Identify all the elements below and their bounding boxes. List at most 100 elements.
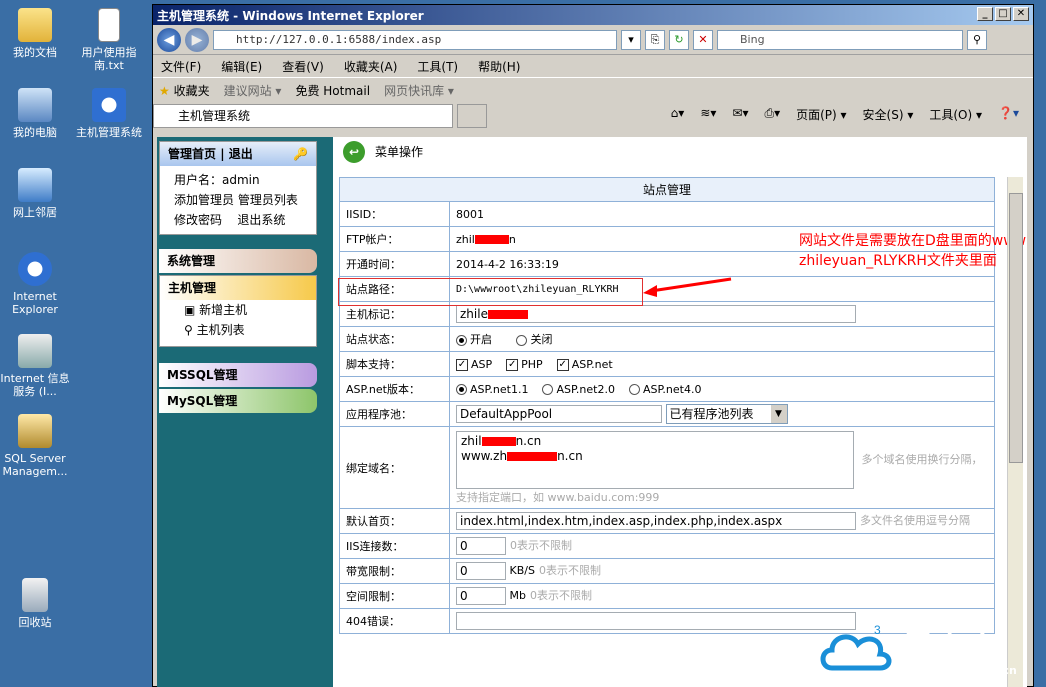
search-button[interactable]: ⚲	[967, 29, 987, 50]
host-list-link[interactable]: ⚲ 主机列表	[160, 320, 316, 340]
aspnet11-radio[interactable]	[456, 384, 467, 395]
host-tag-value: zhile	[460, 307, 488, 321]
err404-input[interactable]	[456, 612, 856, 630]
desktop-icon-iis[interactable]: Internet 信息服务 (I...	[0, 334, 70, 398]
desktop-icon-label: SQL Server Managem...	[2, 452, 68, 478]
aspnet-checkbox[interactable]: ✓	[556, 358, 569, 371]
space-input[interactable]: 0	[456, 587, 506, 605]
admin-links-row: 添加管理员 管理员列表	[160, 190, 316, 210]
feeds-icon[interactable]: ≋▾	[700, 106, 716, 123]
desktop-icon-ie[interactable]: Internet Explorer	[0, 252, 70, 316]
pool-input[interactable]: DefaultAppPool	[456, 405, 662, 423]
home-icon[interactable]: ⌂▾	[671, 106, 685, 123]
refresh-button[interactable]: ↻	[669, 29, 689, 50]
new-tab-button[interactable]	[457, 104, 487, 128]
bandwidth-hint: 0表示不限制	[538, 564, 601, 577]
change-password-link[interactable]: 修改密码	[174, 213, 222, 227]
index-input[interactable]: index.html,index.htm,index.asp,index.php…	[456, 512, 856, 530]
php-checkbox[interactable]: ✓	[506, 358, 519, 371]
new-host-label: 新增主机	[199, 303, 248, 317]
chevron-down-icon: ▼	[770, 405, 787, 423]
tab-host-system[interactable]: 主机管理系统	[153, 104, 453, 128]
domain-textarea[interactable]: zhil n.cn www.zh n.cn	[456, 430, 854, 489]
cmd-tools[interactable]: 工具(O) ▾	[929, 106, 982, 123]
scrollbar-thumb[interactable]	[1009, 193, 1023, 463]
desktop-icon-user-guide[interactable]: 用户使用指南.txt	[74, 8, 144, 72]
menu-help[interactable]: 帮助(H)	[478, 58, 520, 75]
stop-button[interactable]: ✕	[693, 29, 713, 50]
asp-label: ASP	[471, 357, 493, 371]
bandwidth-input[interactable]: 0	[456, 562, 506, 580]
host-tag-input[interactable]: zhile	[456, 305, 856, 323]
space-unit: Mb	[509, 589, 526, 602]
pool-select-value: 已有程序池列表	[669, 407, 754, 421]
fav-web-slice[interactable]: 网页快讯库 ▾	[384, 82, 454, 99]
annotation-text: 网站文件是需要放在D盘里面的wwwroot文件夹下面的zhileyuan_RLY…	[799, 233, 1027, 269]
back-arrow-icon[interactable]: ↩	[343, 141, 365, 163]
favorites-label: 收藏夹	[173, 84, 210, 98]
desktop-icon-sql-server[interactable]: SQL Server Managem...	[0, 414, 70, 478]
help-icon[interactable]: ❓▾	[998, 106, 1019, 123]
back-button[interactable]: ◀	[157, 27, 181, 52]
menu-op-label: 菜单操作	[375, 145, 424, 159]
pool-select[interactable]: 已有程序池列表 ▼	[665, 404, 788, 424]
desktop-icon-recycle-bin[interactable]: 回收站	[0, 578, 70, 629]
iis-conn-label: IIS连接数：	[339, 533, 450, 559]
address-dropdown-button[interactable]: ▾	[621, 29, 641, 50]
menu-operation[interactable]: ↩ 菜单操作	[343, 141, 423, 163]
new-host-link[interactable]: ▣ 新增主机	[160, 300, 316, 320]
fav-suggested-sites[interactable]: 建议网站 ▾	[224, 82, 282, 99]
group-system-management[interactable]: 系统管理	[159, 249, 317, 273]
desktop-icon-label: 我的文档	[13, 46, 57, 59]
desktop-icon-network[interactable]: 网上邻居	[0, 168, 70, 219]
fav-hotmail[interactable]: 免费 Hotmail	[295, 82, 370, 99]
cmd-page[interactable]: 页面(P) ▾	[796, 106, 846, 123]
menu-file[interactable]: 文件(F)	[161, 58, 201, 75]
group-mysql-management[interactable]: MySQL管理	[159, 389, 317, 413]
aspnet11-label: ASP.net1.1	[470, 382, 529, 396]
logout-link[interactable]: 退出	[229, 147, 253, 161]
text-file-icon	[98, 8, 120, 42]
search-input[interactable]: Bing	[717, 29, 963, 50]
add-admin-link[interactable]: 添加管理员	[174, 193, 234, 207]
menu-tools[interactable]: 工具(T)	[417, 58, 458, 75]
desktop-icon-my-documents[interactable]: 我的文档	[0, 8, 70, 59]
favorites-bar: ★ 收藏夹 建议网站 ▾ 免费 Hotmail 网页快讯库 ▾	[153, 77, 1033, 103]
address-input[interactable]: http://127.0.0.1:6588/index.asp	[213, 29, 617, 50]
table-row: ASP.net版本： ASP.net1.1 ASP.net2.0 ASP.net4…	[339, 376, 995, 402]
asp-checkbox[interactable]: ✓	[456, 358, 468, 371]
home-link[interactable]: 管理首页	[168, 147, 216, 161]
admin-links-row: 修改密码 退出系统	[160, 210, 316, 230]
aspnet-version-label: ASP.net版本：	[339, 376, 450, 402]
minimize-button[interactable]: _	[977, 7, 993, 21]
favorites-button[interactable]: ★ 收藏夹	[159, 82, 210, 99]
exit-system-link[interactable]: 退出系统	[237, 213, 285, 227]
admin-list-link[interactable]: 管理员列表	[238, 193, 298, 207]
host-search-icon: ⚲	[184, 323, 193, 337]
status-on-radio[interactable]	[456, 334, 467, 346]
forward-button[interactable]: ▶	[185, 27, 209, 52]
group-host-management[interactable]: 主机管理	[160, 276, 316, 300]
menu-edit[interactable]: 编辑(E)	[221, 58, 262, 75]
iis-conn-input[interactable]: 0	[456, 537, 506, 555]
domain1-prefix: zhil	[461, 433, 482, 448]
bandwidth-unit: KB/S	[509, 564, 535, 577]
desktop-icon-my-computer[interactable]: 我的电脑	[0, 88, 70, 139]
close-button[interactable]: ✕	[1013, 7, 1029, 21]
table-row: 带宽限制： 0 KB/S 0表示不限制	[339, 558, 995, 584]
space-label: 空间限制：	[339, 583, 450, 609]
mail-icon[interactable]: ✉▾	[732, 106, 748, 123]
cmd-safety[interactable]: 安全(S) ▾	[863, 106, 914, 123]
desktop-icon-host-system[interactable]: 主机管理系统	[74, 88, 144, 139]
aspnet40-radio[interactable]	[628, 384, 640, 395]
menu-favorites[interactable]: 收藏夹(A)	[344, 58, 398, 75]
iis-conn-hint: 0表示不限制	[510, 539, 572, 552]
group-mssql-management[interactable]: MSSQL管理	[159, 363, 317, 387]
compat-view-button[interactable]: ⎘	[645, 29, 665, 50]
print-icon[interactable]: ⎙▾	[764, 106, 780, 123]
status-off-radio[interactable]	[516, 334, 528, 346]
vertical-scrollbar[interactable]	[1007, 177, 1023, 687]
menu-view[interactable]: 查看(V)	[282, 58, 324, 75]
maximize-button[interactable]: □	[995, 7, 1011, 21]
aspnet20-radio[interactable]	[542, 384, 554, 395]
